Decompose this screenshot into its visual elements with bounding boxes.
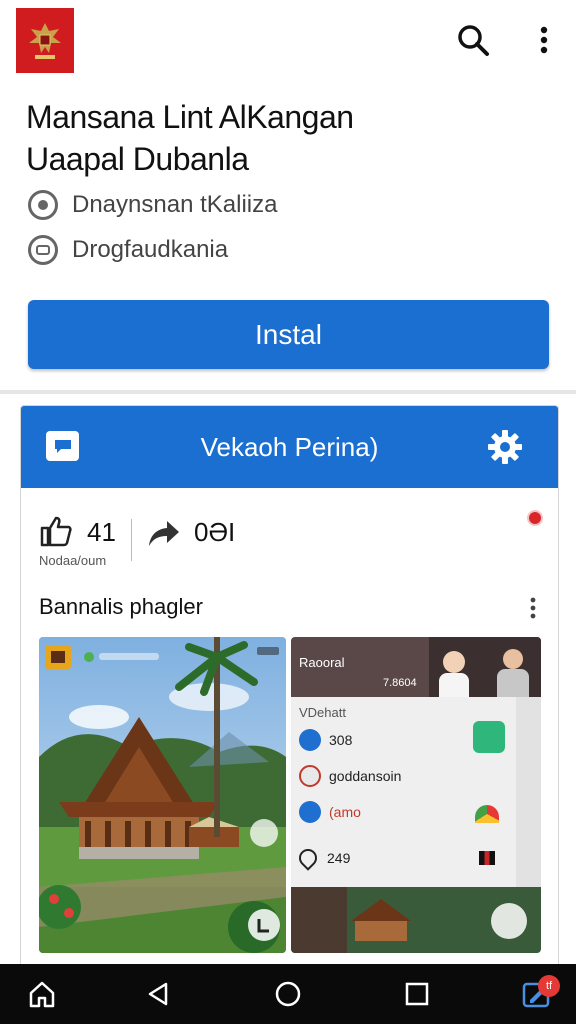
section-more-icon[interactable] <box>527 596 539 620</box>
screenshot-2[interactable]: Raooral 7.8604 VDehatt 308 goddansoin (a… <box>291 637 541 953</box>
nav-recents-button[interactable] <box>397 974 437 1014</box>
recents-square-icon <box>405 982 429 1006</box>
screenshot2-row-2: goddansoin <box>299 765 401 787</box>
back-triangle-icon <box>148 982 168 1006</box>
developer-name: Dnaynsnan tKaliiza <box>72 191 278 218</box>
likes-count: 41 <box>87 517 116 547</box>
category-name: Drogfaudkania <box>72 236 229 263</box>
app-bar <box>0 0 576 80</box>
nav-home-button[interactable] <box>22 974 62 1014</box>
overflow-menu-button[interactable] <box>524 20 564 60</box>
screenshot2-subheader: VDehatt <box>299 705 346 720</box>
screenshot2-green-tile <box>473 721 505 753</box>
search-button[interactable] <box>453 20 493 60</box>
category-row[interactable]: Drogfaudkania <box>28 235 228 265</box>
system-nav-bar <box>0 964 576 1024</box>
app-title-line2: Uaapal Dubanla <box>26 141 249 177</box>
shares-count: 0ƏI <box>194 517 236 547</box>
card-title: Vekaoh Perina) <box>200 431 379 462</box>
thumbs-up-icon[interactable] <box>39 515 73 547</box>
circle-home-icon <box>275 981 301 1007</box>
screenshot2-flag <box>479 851 495 865</box>
screenshot2-gauge <box>475 805 499 823</box>
screenshot2-header-number: 7.8604 <box>383 677 417 689</box>
preview-card: Vekaoh Perina) 41 Nodaa/oum 0ƏI Bannalis… <box>20 405 559 977</box>
app-logo <box>16 8 74 73</box>
nav-notification-badge: tf <box>538 975 560 997</box>
likes-sublabel: Nodaa/oum <box>39 553 107 568</box>
screenshot2-side-panel <box>516 697 541 887</box>
home-icon <box>29 981 55 1008</box>
share-arrow-icon[interactable] <box>147 519 181 547</box>
card-header: Vekaoh Perina) <box>21 406 558 488</box>
screenshot2-row-3: (amo <box>299 801 361 823</box>
developer-row[interactable]: Dnaynsnan tKaliiza <box>28 190 277 220</box>
traditional-house-image <box>39 637 286 953</box>
screenshot2-bottom-image <box>291 887 541 953</box>
install-button[interactable]: Instal <box>28 300 549 369</box>
more-vert-icon <box>540 26 548 54</box>
nav-back-button[interactable] <box>138 974 178 1014</box>
search-icon <box>458 25 489 56</box>
app-title-line1: Mansana Lint AlKangan <box>26 99 354 135</box>
section-divider <box>0 390 576 394</box>
screenshot2-row-1: 308 <box>299 729 352 751</box>
app-title: Mansana Lint AlKangan Uaapal Dubanla <box>26 96 546 180</box>
stats-separator <box>131 519 132 561</box>
notification-dot <box>529 512 541 524</box>
category-icon <box>28 235 58 265</box>
screenshot-1[interactable] <box>39 637 286 953</box>
stats-row: 41 Nodaa/oum 0ƏI <box>39 511 539 571</box>
screenshots-section-title: Bannalis phagler <box>39 594 203 619</box>
screenshot2-photo <box>429 637 541 697</box>
screenshot2-header-text: Raooral <box>299 655 345 670</box>
nav-circle-button[interactable] <box>268 974 308 1014</box>
settings-gear-icon[interactable] <box>487 429 523 465</box>
developer-icon <box>28 190 58 220</box>
screenshot2-count-row: 249 <box>295 845 350 871</box>
garuda-emblem-icon <box>29 22 61 59</box>
